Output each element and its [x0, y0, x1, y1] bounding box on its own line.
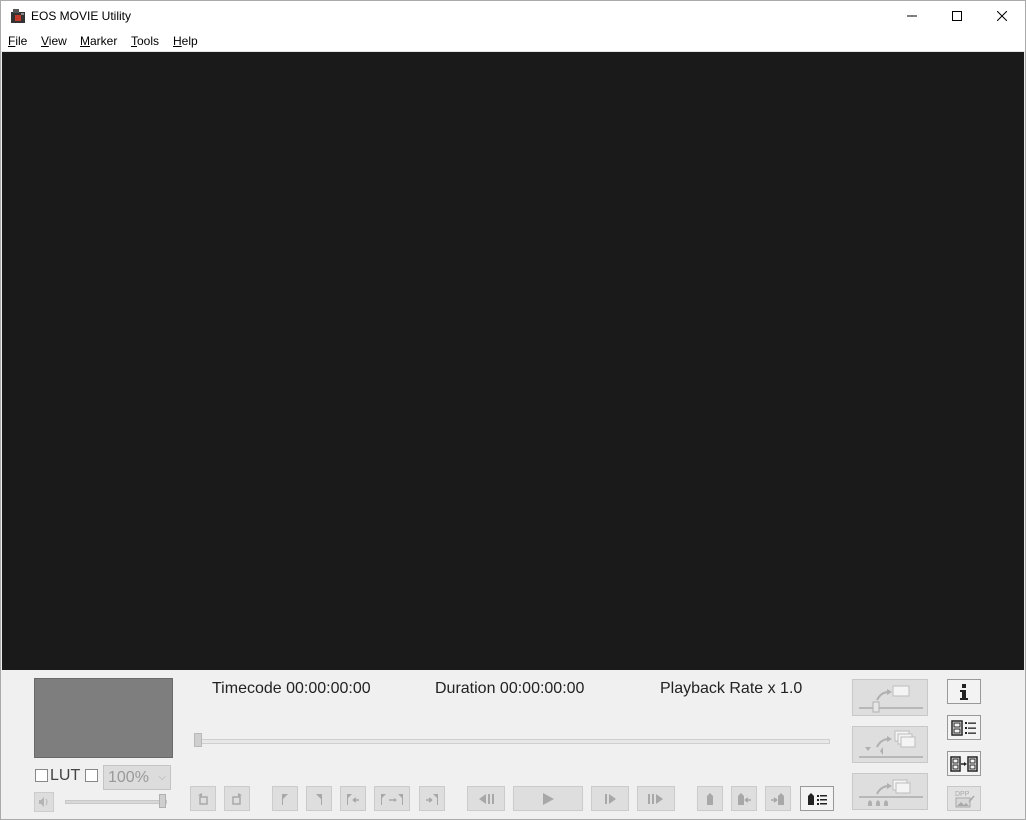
menu-bar: File View Marker Tools Help: [1, 31, 1025, 52]
redo-button[interactable]: [224, 786, 250, 811]
save-frame-button[interactable]: [852, 679, 928, 716]
menu-file[interactable]: File: [8, 34, 27, 48]
next-marker-button[interactable]: [765, 786, 791, 811]
volume-handle[interactable]: [159, 794, 166, 808]
info-button[interactable]: [947, 679, 981, 704]
seek-handle[interactable]: [194, 733, 202, 747]
menu-marker[interactable]: Marker: [80, 34, 117, 48]
zoom-select[interactable]: 100% ⌵: [103, 765, 171, 790]
close-button[interactable]: [979, 1, 1025, 31]
menu-help[interactable]: Help: [173, 34, 198, 48]
add-marker-button[interactable]: [697, 786, 723, 811]
menu-tools[interactable]: Tools: [131, 34, 159, 48]
clip-thumbnail: [34, 678, 173, 758]
marker-list-button[interactable]: [800, 786, 834, 811]
chevron-down-icon: ⌵: [158, 772, 166, 783]
window-title: EOS MOVIE Utility: [31, 9, 132, 23]
title-bar: EOS MOVIE Utility: [1, 1, 1025, 31]
clip-list-button[interactable]: [947, 715, 981, 740]
go-to-out-button[interactable]: [419, 786, 445, 811]
frame-back-fast-button[interactable]: [467, 786, 505, 811]
speaker-icon[interactable]: [34, 792, 54, 812]
control-panel: Timecode 00:00:00:00 Duration 00:00:00:0…: [1, 670, 1025, 819]
merge-clips-button[interactable]: [947, 751, 981, 776]
go-to-in-button[interactable]: [340, 786, 366, 811]
maximize-button[interactable]: [934, 1, 980, 31]
minimize-button[interactable]: [889, 1, 935, 31]
camera-app-icon: [10, 8, 26, 24]
undo-button[interactable]: [190, 786, 216, 811]
menu-view[interactable]: View: [41, 34, 67, 48]
dpp-button[interactable]: DPP: [947, 786, 981, 811]
mark-in-button[interactable]: [272, 786, 298, 811]
timecode-label: Timecode 00:00:00:00: [212, 680, 371, 697]
select-range-button[interactable]: [374, 786, 410, 811]
video-preview[interactable]: [2, 52, 1024, 670]
play-button[interactable]: [513, 786, 583, 811]
save-frames-button[interactable]: [852, 726, 928, 763]
seek-bar[interactable]: [196, 739, 830, 744]
volume-slider[interactable]: [65, 800, 167, 804]
dpp-label: DPP: [955, 791, 970, 798]
lut-checkbox[interactable]: [35, 769, 48, 782]
mark-out-button[interactable]: [306, 786, 332, 811]
frame-forward-fast-button[interactable]: [637, 786, 675, 811]
zoom-value: 100%: [108, 769, 149, 786]
app-window: EOS MOVIE Utility File View Marker Tools…: [0, 0, 1026, 820]
lut-label: LUT: [50, 767, 81, 784]
fit-checkbox[interactable]: [85, 769, 98, 782]
previous-marker-button[interactable]: [731, 786, 757, 811]
playback-rate-label: Playback Rate x 1.0: [660, 680, 803, 697]
save-marker-frames-button[interactable]: [852, 773, 928, 810]
duration-label: Duration 00:00:00:00: [435, 680, 585, 697]
frame-forward-button[interactable]: [591, 786, 629, 811]
